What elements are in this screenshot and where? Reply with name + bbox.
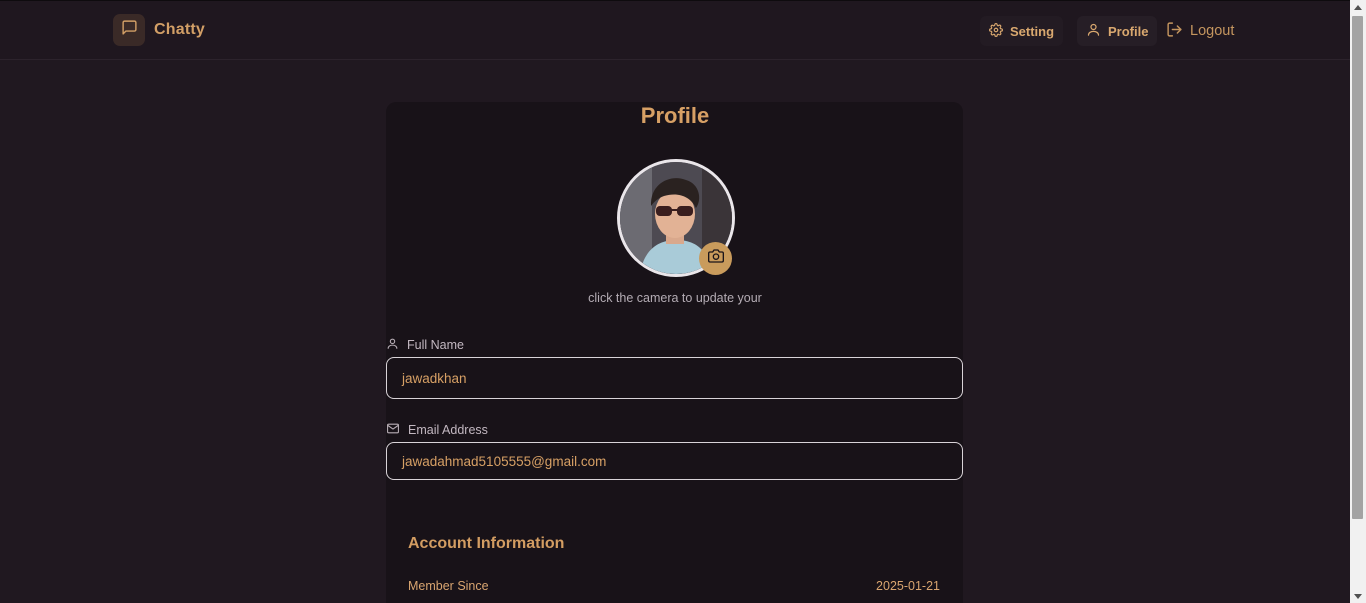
full-name-field[interactable]: jawadkhan xyxy=(386,357,963,399)
full-name-value: jawadkhan xyxy=(402,370,467,386)
email-value: jawadahmad5105555@gmail.com xyxy=(402,453,607,469)
profile-label: Profile xyxy=(1108,23,1149,39)
gear-icon xyxy=(989,22,1003,40)
account-information-title: Account Information xyxy=(408,535,565,552)
profile-page: Chatty Setting Profile Logout Profile cl… xyxy=(0,0,1366,603)
setting-label: Setting xyxy=(1010,23,1055,39)
brand-logo xyxy=(113,14,145,46)
logout-icon xyxy=(1166,21,1183,42)
page-title: Profile xyxy=(640,103,710,128)
brand-name: Chatty xyxy=(154,21,205,38)
camera-icon xyxy=(707,248,724,269)
logout-button[interactable]: Logout xyxy=(1160,16,1240,46)
member-since-value: 2025-01-21 xyxy=(876,579,940,593)
camera-upload-button[interactable] xyxy=(699,242,732,275)
mail-icon xyxy=(386,422,400,438)
logout-label: Logout xyxy=(1190,23,1235,39)
member-since-label: Member Since xyxy=(408,579,489,593)
scroll-down-arrow-icon[interactable] xyxy=(1350,589,1366,603)
scroll-up-arrow-icon[interactable] xyxy=(1350,0,1366,14)
brand-link[interactable]: Chatty xyxy=(113,14,205,46)
vertical-scrollbar[interactable] xyxy=(1350,0,1366,603)
profile-button[interactable]: Profile xyxy=(1077,16,1158,46)
user-icon xyxy=(1086,22,1101,40)
message-square-icon xyxy=(121,19,138,41)
setting-button[interactable]: Setting xyxy=(980,16,1064,46)
scrollbar-thumb[interactable] xyxy=(1352,16,1363,519)
email-label: Email Address xyxy=(386,422,488,438)
avatar-hint: click the camera to update your xyxy=(588,291,762,305)
email-label-text: Email Address xyxy=(408,423,488,437)
email-field[interactable]: jawadahmad5105555@gmail.com xyxy=(386,442,963,480)
full-name-label: Full Name xyxy=(386,337,464,353)
full-name-label-text: Full Name xyxy=(407,338,464,352)
top-navbar: Chatty Setting Profile Logout xyxy=(0,1,1350,60)
user-icon xyxy=(386,337,399,353)
